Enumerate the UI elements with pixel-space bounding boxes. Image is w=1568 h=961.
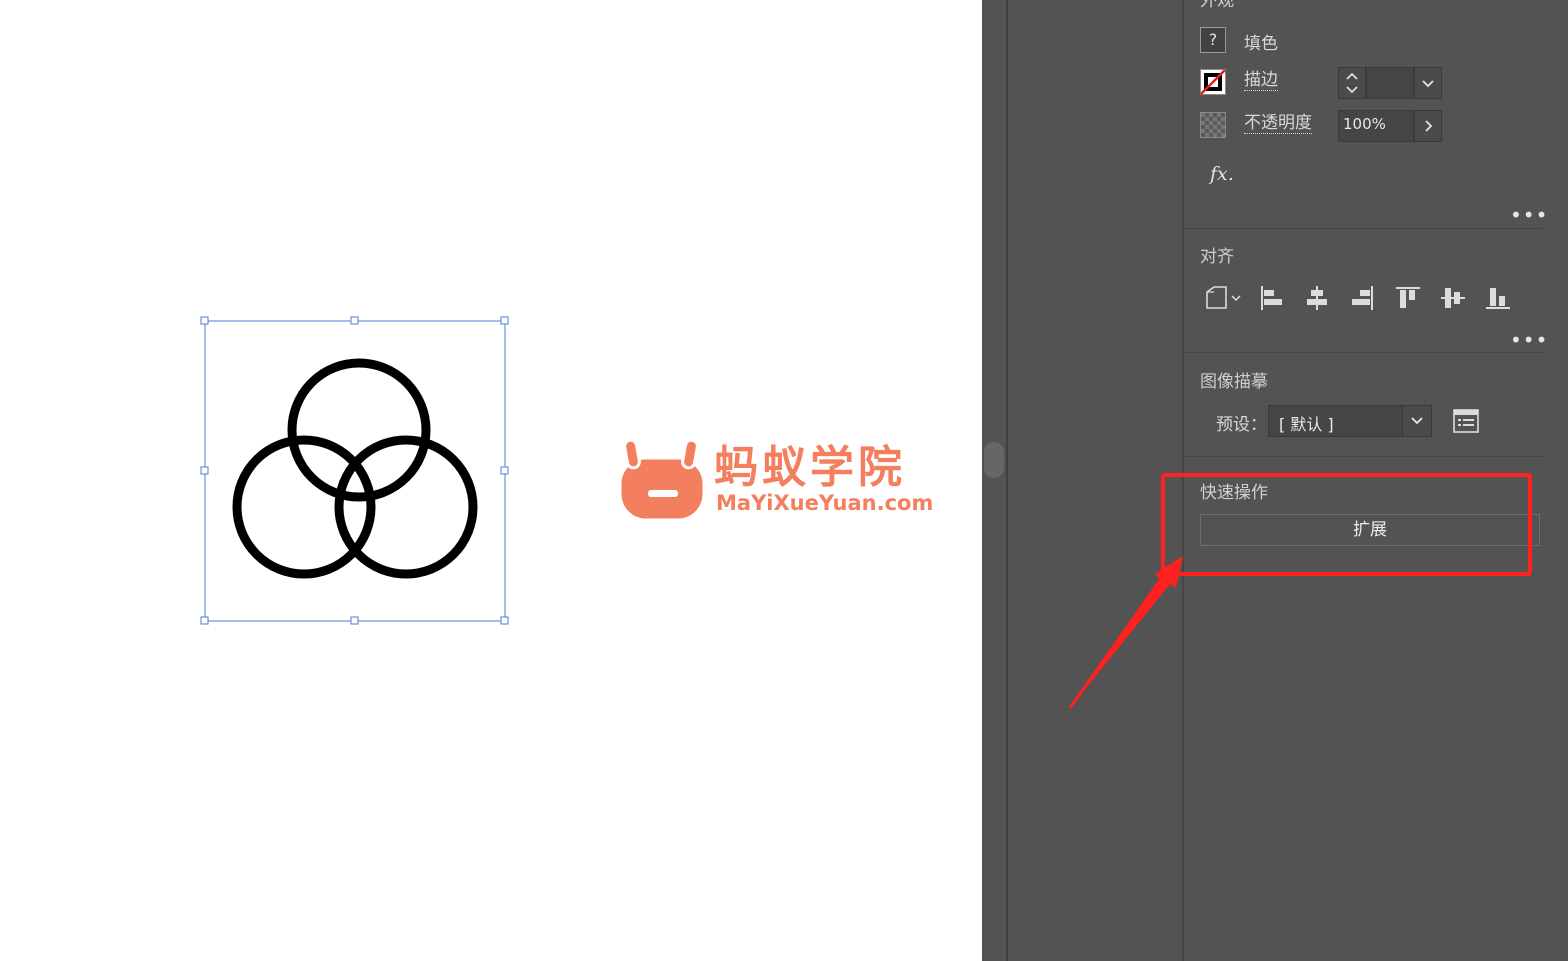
stroke-weight-input[interactable] xyxy=(1366,67,1414,99)
appearance-section-title: 外观 xyxy=(1200,0,1234,11)
right-circle[interactable] xyxy=(334,435,478,579)
section-separator xyxy=(1184,352,1542,353)
stepper-arrows-icon xyxy=(1346,72,1358,94)
selected-artwork[interactable] xyxy=(195,312,515,630)
opacity-swatch[interactable] xyxy=(1200,112,1226,138)
opacity-label[interactable]: 不透明度 xyxy=(1244,113,1312,134)
vertical-align-top-icon[interactable] xyxy=(1394,284,1422,312)
preset-select-arrow[interactable] xyxy=(1402,406,1431,436)
preset-label: 预设： xyxy=(1216,415,1267,435)
opacity-input[interactable]: 100% xyxy=(1338,110,1414,142)
panel-dock-strip xyxy=(982,0,1182,961)
image-trace-section-title: 图像描摹 xyxy=(1200,372,1268,392)
handle-bottom-center[interactable] xyxy=(350,616,359,625)
preset-select[interactable]: [ 默认 ] xyxy=(1268,405,1432,437)
fill-label: 填色 xyxy=(1244,34,1278,54)
stroke-label[interactable]: 描边 xyxy=(1244,70,1278,91)
handle-bottom-right[interactable] xyxy=(500,616,509,625)
horizontal-align-center-icon[interactable] xyxy=(1303,284,1331,312)
handle-bottom-left[interactable] xyxy=(200,616,209,625)
appearance-more-button[interactable]: ••• xyxy=(1510,205,1548,225)
vertical-align-bottom-icon[interactable] xyxy=(1484,284,1512,312)
align-to-icon[interactable] xyxy=(1202,284,1244,312)
watermark-url: MaYiXueYuan.com xyxy=(716,491,934,515)
canvas-scroll-handle[interactable] xyxy=(984,442,1004,478)
handle-top-center[interactable] xyxy=(350,316,359,325)
horizontal-align-left-icon[interactable] xyxy=(1258,284,1286,312)
question-mark-icon: ? xyxy=(1208,30,1218,49)
horizontal-align-right-icon[interactable] xyxy=(1348,284,1376,312)
quick-actions-section-title: 快速操作 xyxy=(1200,483,1268,503)
stroke-swatch-icon[interactable] xyxy=(1200,69,1226,95)
chevron-right-icon xyxy=(1425,120,1433,132)
handle-top-right[interactable] xyxy=(500,316,509,325)
handle-top-left[interactable] xyxy=(200,316,209,325)
stroke-weight-stepper[interactable] xyxy=(1338,67,1366,99)
fx-icon[interactable]: fx. xyxy=(1210,163,1234,185)
handle-middle-right[interactable] xyxy=(500,466,509,475)
ant-logo-icon xyxy=(618,438,706,522)
dock-divider xyxy=(1006,0,1008,961)
watermark-logo: 蚂蚁学院 MaYiXueYuan.com xyxy=(616,436,956,528)
align-more-button[interactable]: ••• xyxy=(1510,330,1548,350)
stroke-weight-dropdown[interactable] xyxy=(1414,67,1442,99)
chevron-down-icon xyxy=(1422,80,1434,88)
opacity-flyout-button[interactable] xyxy=(1414,110,1442,142)
chevron-down-icon xyxy=(1411,417,1423,425)
image-trace-panel-icon[interactable] xyxy=(1452,407,1480,435)
expand-button[interactable]: 扩展 xyxy=(1200,514,1540,546)
vertical-align-center-icon[interactable] xyxy=(1439,284,1467,312)
align-section-title: 对齐 xyxy=(1200,247,1234,267)
preset-select-value: [ 默认 ] xyxy=(1279,415,1334,434)
artboard-canvas[interactable]: 蚂蚁学院 MaYiXueYuan.com xyxy=(0,0,982,961)
section-separator xyxy=(1184,456,1542,457)
fill-swatch[interactable]: ? xyxy=(1200,27,1226,53)
section-separator xyxy=(1184,228,1542,229)
properties-panel: 外观 ? 填色 描边 不透明度 100% fx. ••• 对齐 ••• 图像描摹… xyxy=(1182,0,1568,961)
handle-middle-left[interactable] xyxy=(200,466,209,475)
